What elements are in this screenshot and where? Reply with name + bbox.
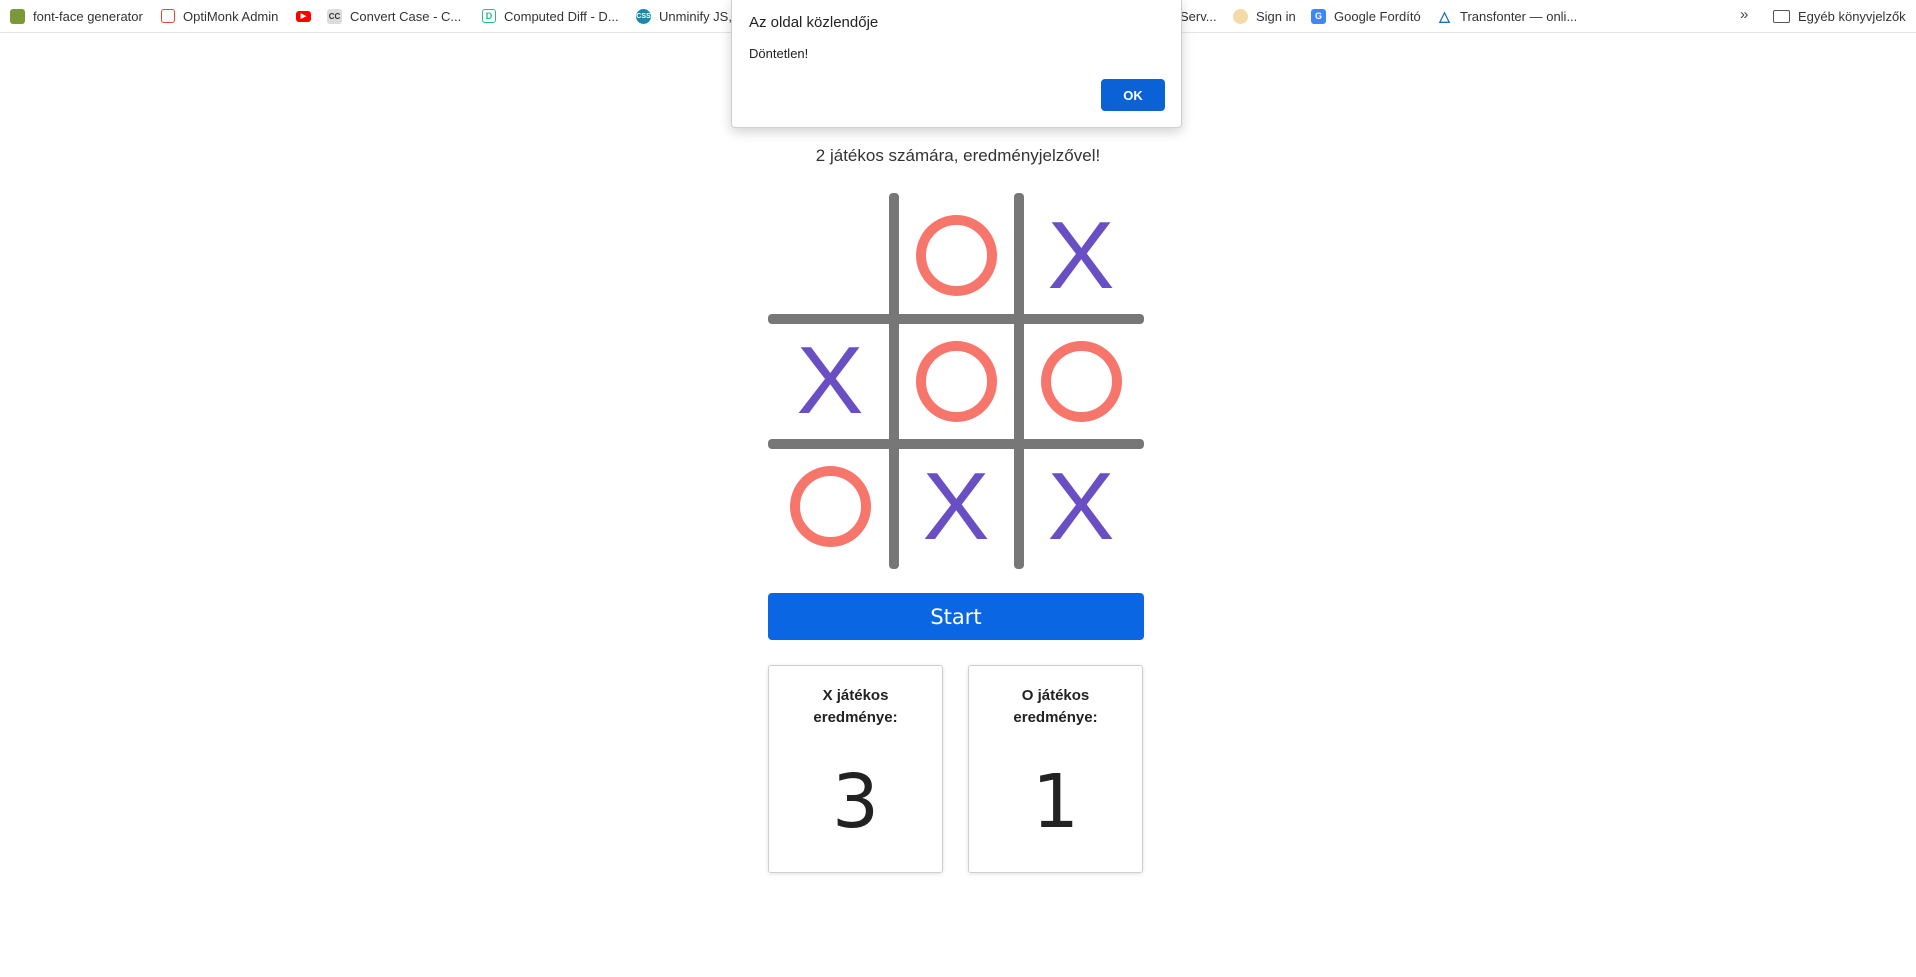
o-mark [915, 215, 997, 296]
x-mark: X [796, 327, 865, 434]
board-cell[interactable]: X [1019, 193, 1144, 318]
bookmark-sign-in[interactable]: Sign in [1233, 6, 1296, 26]
o-mark [790, 466, 871, 547]
score-card-x: X játékos eredménye: 3 [768, 665, 943, 873]
bookmark-label: Serv... [1180, 8, 1217, 24]
board-cell[interactable] [768, 444, 893, 569]
board-cell[interactable]: X [894, 444, 1019, 569]
bookmark-serv[interactable]: Serv... [1180, 6, 1217, 26]
x-mark: X [922, 452, 990, 560]
score-label-x: X játékos eredménye: [813, 687, 898, 726]
bookmark-label: Unminify JS, [659, 8, 732, 24]
bookmark-label: Computed Diff - D... [504, 8, 619, 24]
bookmark-label: Sign in [1256, 8, 1296, 24]
google-translate-icon: G [1311, 8, 1326, 24]
alert-dialog: Az oldal közlendője Döntetlen! OK [731, 0, 1182, 128]
bookmark-label: font-face generator [33, 8, 143, 24]
board-cell[interactable] [768, 193, 893, 318]
bookmark-other-folder[interactable]: Egyéb könyvjelzők [1773, 6, 1906, 26]
page-subtitle: 2 játékos számára, eredményjelzővel! [815, 146, 1101, 165]
bookmark-font-face-generator[interactable]: font-face generator [10, 6, 143, 26]
bookmark-optimonk-admin[interactable]: OptiMonk Admin [161, 6, 278, 26]
dialog-title: Az oldal közlendője [749, 14, 879, 31]
bookmark-label: Google Fordító [1334, 8, 1421, 24]
font-face-generator-icon [10, 8, 25, 24]
bookmark-transfonter[interactable]: △ Transfonter — onli... [1437, 6, 1577, 26]
score-card-o: O játékos eredménye: 1 [968, 665, 1143, 873]
computed-diff-icon: D [482, 9, 496, 23]
board-cell[interactable] [894, 193, 1019, 318]
x-mark: X [1047, 201, 1116, 309]
o-mark [1041, 340, 1122, 422]
board-cell[interactable] [1019, 319, 1144, 444]
convert-case-icon: CC [327, 8, 342, 24]
board-cell[interactable]: X [1019, 444, 1144, 569]
game-board: XXXX [768, 193, 1144, 569]
start-button[interactable]: Start [768, 593, 1144, 640]
bookmark-label: Transfonter — onli... [1460, 8, 1578, 24]
o-mark [915, 340, 997, 422]
folder-icon [1773, 9, 1790, 23]
board-cell[interactable] [894, 319, 1019, 444]
ok-button[interactable]: OK [1101, 79, 1165, 111]
transfonter-icon: △ [1439, 7, 1450, 24]
optimonk-icon [161, 9, 175, 23]
board-cell[interactable]: X [768, 319, 893, 444]
bookmark-convert-case[interactable]: CC Convert Case - C... [327, 6, 461, 26]
unminify-icon: CSS [636, 8, 651, 24]
bookmark-label: Convert Case - C... [350, 8, 462, 24]
bookmark-computed-diff[interactable]: D Computed Diff - D... [482, 6, 619, 26]
dialog-message: Döntetlen! [749, 46, 809, 61]
sign-in-avatar-icon [1233, 8, 1248, 24]
score-value-x: 3 [831, 759, 880, 845]
bookmark-youtube[interactable]: ▶ [296, 6, 319, 26]
score-label-o: O játékos eredménye: [1013, 687, 1098, 726]
youtube-icon: ▶ [296, 10, 311, 22]
bookmark-unminify[interactable]: CSS Unminify JS, [636, 6, 732, 26]
bookmark-label: OptiMonk Admin [183, 8, 279, 24]
score-value-o: 1 [1031, 759, 1080, 845]
bookmarks-overflow-chevron-icon[interactable]: » [1740, 6, 1748, 23]
bookmark-google-translate[interactable]: G Google Fordító [1311, 6, 1421, 26]
bookmark-label: Egyéb könyvjelzők [1798, 8, 1906, 24]
x-mark: X [1047, 452, 1116, 560]
